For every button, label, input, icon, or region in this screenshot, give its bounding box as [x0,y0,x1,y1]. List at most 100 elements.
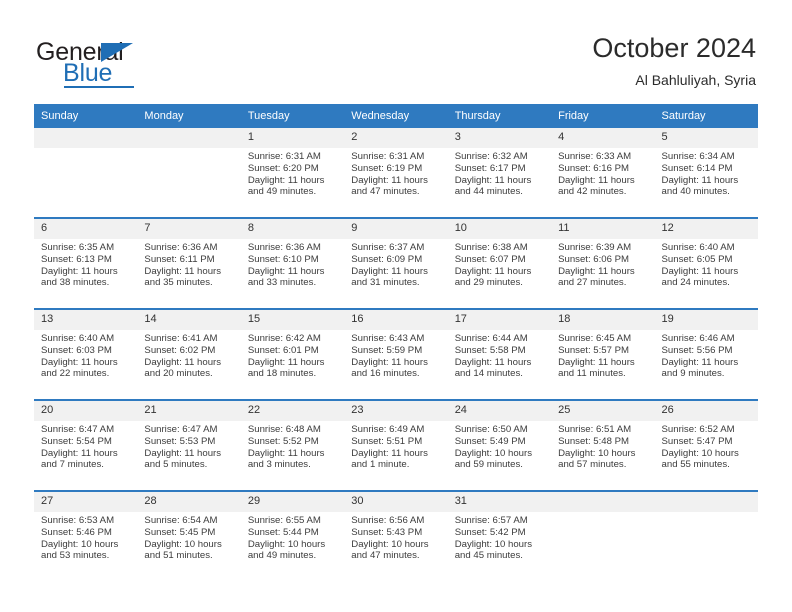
calendar-week-row: 20 Sunrise: 6:47 AM Sunset: 5:54 PM Dayligh… [34,399,758,491]
daylight-text: Daylight: 10 hours and 45 minutes. [454,538,533,562]
day-sun-info: Sunrise: 6:54 AM Sunset: 5:45 PM Daylight:… [137,512,240,562]
calendar-day-cell[interactable]: 20 Sunrise: 6:47 AM Sunset: 5:54 PM Dayligh… [34,399,138,491]
calendar-day-cell[interactable]: 31 Sunrise: 6:57 AM Sunset: 5:42 PM Dayligh… [447,490,552,581]
daylight-text: Daylight: 11 hours and 44 minutes. [454,174,532,198]
daylight-text: Daylight: 10 hours and 51 minutes. [144,538,222,562]
calendar-day-cell[interactable]: 21 Sunrise: 6:47 AM Sunset: 5:53 PM Dayligh… [137,399,241,491]
calendar-day-cell[interactable]: 12 Sunrise: 6:40 AM Sunset: 6:05 PM Dayligh… [654,217,758,309]
day-sun-info: Sunrise: 6:49 AM Sunset: 5:51 PM Daylight:… [344,421,447,471]
daylight-text: Daylight: 10 hours and 59 minutes. [454,447,533,471]
day-sun-info: Sunrise: 6:41 AM Sunset: 6:02 PM Daylight:… [137,330,240,380]
logo-text-blue: Blue [63,59,113,87]
daylight-text: Daylight: 11 hours and 11 minutes. [558,356,635,380]
calendar-day-cell[interactable]: 25 Sunrise: 6:51 AM Sunset: 5:48 PM Dayligh… [551,399,655,491]
calendar-day-cell[interactable]: 3 Sunrise: 6:32 AM Sunset: 6:17 PM Daylight… [447,128,552,218]
day-number: 13 [34,310,138,330]
page-title: October 2024 [592,33,756,63]
day-cell-inner: 7 Sunrise: 6:36 AM Sunset: 6:11 PM Daylight… [137,219,241,308]
sunrise-text: Sunrise: 6:53 AM [41,515,115,526]
daylight-text: Daylight: 11 hours and 3 minutes. [247,447,325,471]
calendar-day-cell[interactable]: 26 Sunrise: 6:52 AM Sunset: 5:47 PM Dayligh… [654,399,758,491]
sunrise-text: Sunrise: 6:56 AM [351,515,425,526]
calendar-day-cell[interactable]: 15 Sunrise: 6:42 AM Sunset: 6:01 PM Dayligh… [240,308,345,400]
calendar-day-cell[interactable]: 7 Sunrise: 6:36 AM Sunset: 6:11 PM Daylight… [137,217,241,309]
calendar-day-cell[interactable]: 1 Sunrise: 6:31 AM Sunset: 6:20 PM Daylight… [240,128,345,218]
day-number: 4 [551,128,655,148]
calendar-day-cell[interactable]: 30 Sunrise: 6:56 AM Sunset: 5:43 PM Dayligh… [344,490,448,581]
sunset-text: Sunset: 6:14 PM [661,162,733,174]
sunset-text: Sunset: 5:46 PM [41,526,112,538]
calendar-day-cell[interactable]: 16 Sunrise: 6:43 AM Sunset: 5:59 PM Dayligh… [344,308,448,400]
day-cell-inner: 13 Sunrise: 6:40 AM Sunset: 6:03 PM Dayligh… [34,310,138,399]
daylight-text: Daylight: 11 hours and 31 minutes. [351,265,428,289]
calendar-day-cell[interactable]: 11 Sunrise: 6:39 AM Sunset: 6:06 PM Dayligh… [551,217,655,309]
sunset-text: Sunset: 5:52 PM [247,435,319,447]
calendar-day-cell[interactable]: 27 Sunrise: 6:53 AM Sunset: 5:46 PM Dayligh… [34,490,138,581]
sunrise-text: Sunrise: 6:39 AM [558,242,632,253]
sunrise-text: Sunrise: 6:47 AM [144,424,218,435]
sunset-text: Sunset: 6:05 PM [661,253,733,265]
day-sun-info: Sunrise: 6:46 AM Sunset: 5:56 PM Daylight:… [655,330,758,380]
calendar-day-cell[interactable]: 9 Sunrise: 6:37 AM Sunset: 6:09 PM Daylight… [344,217,448,309]
sunrise-text: Sunrise: 6:31 AM [351,151,425,162]
calendar-day-cell[interactable]: 10 Sunrise: 6:38 AM Sunset: 6:07 PM Dayligh… [447,217,552,309]
daylight-text: Daylight: 11 hours and 16 minutes. [351,356,428,380]
day-number: 10 [447,219,552,239]
day-number: 26 [654,401,758,421]
day-cell-inner: 24 Sunrise: 6:50 AM Sunset: 5:49 PM Dayligh… [447,401,552,490]
daylight-text: Daylight: 10 hours and 55 minutes. [661,447,739,471]
calendar-day-cell[interactable]: 24 Sunrise: 6:50 AM Sunset: 5:49 PM Dayligh… [447,399,552,491]
calendar-day-cell[interactable]: 23 Sunrise: 6:49 AM Sunset: 5:51 PM Dayligh… [344,399,448,491]
day-sun-info: Sunrise: 6:53 AM Sunset: 5:46 PM Daylight:… [34,512,137,562]
calendar-day-cell[interactable]: 6 Sunrise: 6:35 AM Sunset: 6:13 PM Daylight… [34,217,138,309]
calendar-day-cell[interactable]: 5 Sunrise: 6:34 AM Sunset: 6:14 PM Daylight… [654,128,758,218]
calendar-day-cell[interactable]: 22 Sunrise: 6:48 AM Sunset: 5:52 PM Dayligh… [240,399,345,491]
calendar-day-cell[interactable]: 14 Sunrise: 6:41 AM Sunset: 6:02 PM Dayligh… [137,308,241,400]
sunrise-text: Sunrise: 6:43 AM [351,333,425,344]
day-number: 7 [137,219,241,239]
sunset-text: Sunset: 6:07 PM [454,253,526,265]
day-number: 3 [447,128,552,148]
day-cell-inner: 26 Sunrise: 6:52 AM Sunset: 5:47 PM Dayligh… [654,401,758,490]
day-cell-inner: 10 Sunrise: 6:38 AM Sunset: 6:07 PM Dayligh… [447,219,552,308]
daylight-text: Daylight: 11 hours and 40 minutes. [661,174,739,198]
calendar-week-row: 27 Sunrise: 6:53 AM Sunset: 5:46 PM Dayligh… [34,490,758,581]
day-number [34,128,138,148]
day-number: 8 [240,219,345,239]
weekday-header-friday: Friday [551,104,655,128]
calendar-day-cell[interactable]: 28 Sunrise: 6:54 AM Sunset: 5:45 PM Dayligh… [137,490,241,581]
sunrise-text: Sunrise: 6:40 AM [41,333,115,344]
calendar-week-row: 13 Sunrise: 6:40 AM Sunset: 6:03 PM Dayligh… [34,308,758,400]
sunrise-text: Sunrise: 6:37 AM [351,242,425,253]
sunrise-text: Sunrise: 6:51 AM [558,424,632,435]
day-sun-info: Sunrise: 6:47 AM Sunset: 5:53 PM Daylight:… [137,421,240,471]
sunset-text: Sunset: 5:59 PM [351,344,423,356]
calendar-day-cell[interactable]: 29 Sunrise: 6:55 AM Sunset: 5:44 PM Dayligh… [240,490,345,581]
calendar-day-cell[interactable]: 2 Sunrise: 6:31 AM Sunset: 6:19 PM Daylight… [344,128,448,218]
day-sun-info: Sunrise: 6:47 AM Sunset: 5:54 PM Daylight:… [34,421,137,471]
calendar-day-cell[interactable]: 4 Sunrise: 6:33 AM Sunset: 6:16 PM Daylight… [551,128,655,218]
daylight-text: Daylight: 11 hours and 49 minutes. [247,174,325,198]
calendar-day-cell[interactable]: 13 Sunrise: 6:40 AM Sunset: 6:03 PM Dayligh… [34,308,138,400]
sunrise-text: Sunrise: 6:50 AM [454,424,528,435]
daylight-text: Daylight: 11 hours and 38 minutes. [41,265,118,289]
sunset-text: Sunset: 5:57 PM [558,344,630,356]
day-number: 30 [344,492,448,512]
daylight-text: Daylight: 11 hours and 29 minutes. [454,265,532,289]
day-sun-info: Sunrise: 6:44 AM Sunset: 5:58 PM Daylight:… [448,330,551,380]
day-number [137,128,241,148]
day-sun-info: Sunrise: 6:43 AM Sunset: 5:59 PM Daylight:… [344,330,447,380]
sunset-text: Sunset: 5:43 PM [351,526,423,538]
daylight-text: Daylight: 10 hours and 53 minutes. [41,538,119,562]
calendar-day-cell[interactable]: 17 Sunrise: 6:44 AM Sunset: 5:58 PM Dayligh… [447,308,552,400]
day-cell-inner: 28 Sunrise: 6:54 AM Sunset: 5:45 PM Dayligh… [137,492,241,581]
day-sun-info: Sunrise: 6:35 AM Sunset: 6:13 PM Daylight:… [34,239,137,289]
calendar-day-cell[interactable]: 19 Sunrise: 6:46 AM Sunset: 5:56 PM Dayligh… [654,308,758,400]
day-sun-info: Sunrise: 6:40 AM Sunset: 6:03 PM Daylight:… [34,330,137,380]
day-sun-info: Sunrise: 6:36 AM Sunset: 6:11 PM Daylight:… [137,239,240,289]
calendar-day-cell-empty [137,128,241,218]
day-cell-inner: 22 Sunrise: 6:48 AM Sunset: 5:52 PM Dayligh… [240,401,345,490]
calendar-day-cell[interactable]: 18 Sunrise: 6:45 AM Sunset: 5:57 PM Dayligh… [551,308,655,400]
daylight-text: Daylight: 10 hours and 57 minutes. [558,447,636,471]
calendar-day-cell[interactable]: 8 Sunrise: 6:36 AM Sunset: 6:10 PM Daylight… [240,217,345,309]
